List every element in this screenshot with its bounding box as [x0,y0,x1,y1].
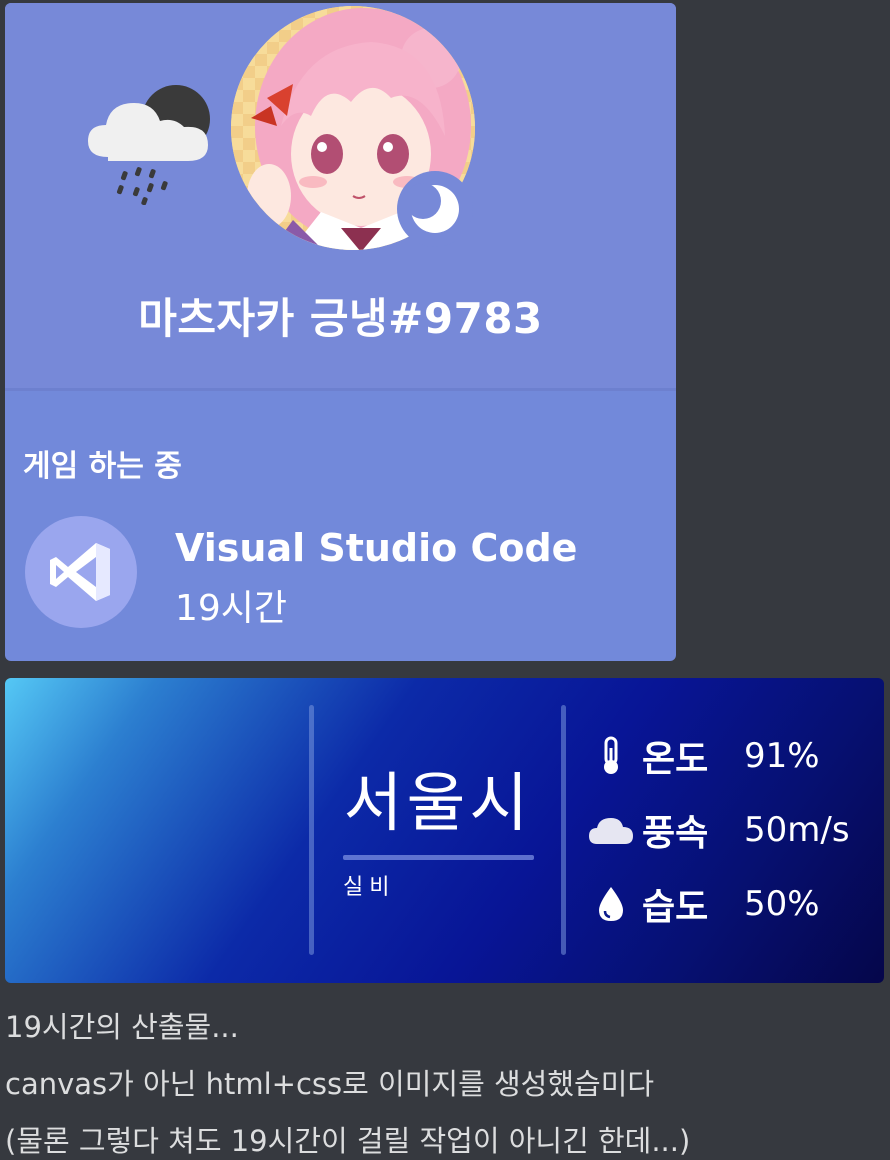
username: 마츠자카 긍냉#9783 [138,294,543,343]
stat-value: 91% [744,736,820,776]
weather-divider-right [561,705,566,955]
rain-cloud-night-icon [88,85,210,206]
cloud-icon [589,818,633,844]
divider [5,388,676,391]
weather-condition: 실비 [343,875,396,900]
stat-temperature: 온도 91% [586,731,820,781]
stat-label: 온도 [642,739,709,780]
weather-divider-left [309,705,314,955]
thermometer-icon [604,736,618,774]
stat-wind-speed: 풍속 50m/s [586,805,850,855]
vscode-icon [50,543,110,601]
city-name: 서울시 [343,767,533,841]
stat-label: 풍속 [642,813,709,854]
message-line: canvas가 아닌 html+css로 이미지를 생성했습미다 [5,1067,655,1101]
activity-app-name: Visual Studio Code [175,526,578,570]
status-badge [397,171,473,247]
activity-duration: 19시간 [175,588,288,629]
stat-label: 습도 [642,887,709,928]
activity-app-icon [25,516,137,628]
weather-icon [82,85,232,209]
activity-header: 게임 하는 중 [23,449,182,484]
moon-idle-icon [409,183,459,233]
stat-value: 50m/s [744,810,850,850]
water-drop-icon [599,887,623,921]
city-underline [343,855,534,860]
message-line: 19시간의 산출물... [5,1010,239,1044]
stat-value: 50% [744,884,820,924]
message-line: (물론 그렇다 쳐도 19시간이 걸릴 작업이 아니긴 한데...) [5,1124,691,1158]
stat-humidity: 습도 50% [586,879,820,929]
